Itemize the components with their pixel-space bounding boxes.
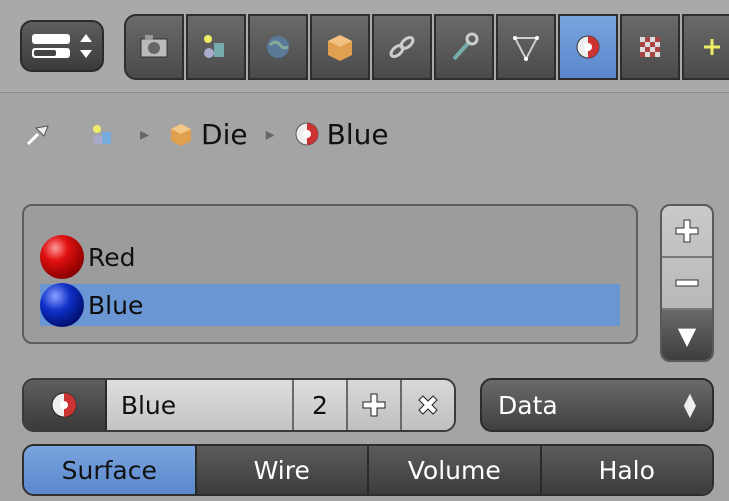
slot-specials-button[interactable]: ▼ — [662, 310, 712, 360]
material-slots-list: Red Blue — [22, 204, 638, 344]
material-browse-button[interactable] — [24, 380, 107, 430]
unlink-material-button[interactable] — [399, 380, 454, 430]
world-icon — [267, 36, 289, 58]
material-sphere-icon — [40, 235, 84, 279]
scene-icon — [88, 120, 116, 148]
material-datablock: Blue 2 — [22, 378, 456, 432]
slot-buttons: ▼ — [660, 204, 714, 362]
tab-constraints[interactable] — [372, 14, 432, 80]
particles-icon — [704, 39, 720, 55]
material-slot-label: Red — [88, 242, 136, 272]
link-dropdown-value: Data — [498, 390, 558, 420]
editor-type-toggle[interactable] — [20, 20, 104, 72]
scene-icon — [204, 35, 224, 58]
breadcrumb: ▸ Die ▸ Blue — [24, 108, 389, 160]
editor-type-icon — [32, 34, 92, 58]
material-name-field[interactable]: Blue — [106, 380, 295, 430]
material-users-count[interactable]: 2 — [294, 380, 348, 430]
breadcrumb-material: Blue — [326, 117, 389, 151]
material-type-tabs: Surface Wire Volume Halo — [22, 444, 714, 496]
list-item[interactable]: Blue — [40, 283, 620, 327]
breadcrumb-separator: ▸ — [265, 123, 275, 145]
render-camera-icon — [140, 35, 168, 58]
plus-icon — [675, 219, 699, 243]
breadcrumb-separator: ▸ — [140, 123, 150, 145]
properties-tabs — [124, 14, 729, 80]
tab-world[interactable] — [248, 14, 308, 80]
texture-icon — [640, 37, 660, 57]
tab-render[interactable] — [124, 14, 184, 80]
constraints-link-icon — [389, 36, 415, 58]
tab-mesh-data[interactable] — [496, 14, 556, 80]
plus-icon — [362, 393, 386, 417]
tab-particles[interactable] — [682, 14, 729, 80]
material-sphere-icon — [40, 283, 84, 327]
material-icon — [293, 120, 321, 148]
tab-halo[interactable]: Halo — [541, 446, 712, 494]
modifiers-wrench-icon — [452, 32, 479, 61]
object-cube-icon — [328, 35, 352, 61]
tab-wire[interactable]: Wire — [196, 446, 369, 494]
close-icon — [418, 395, 438, 415]
material-icon — [51, 392, 77, 418]
link-dropdown[interactable]: Data ▲ ▼ — [480, 378, 714, 432]
material-slot-label: Blue — [88, 290, 144, 320]
list-item[interactable]: Red — [40, 235, 620, 279]
pin-icon[interactable] — [24, 120, 52, 148]
updown-arrows-icon: ▲ ▼ — [683, 389, 696, 420]
object-cube-icon — [167, 120, 195, 148]
tab-volume[interactable]: Volume — [369, 446, 542, 494]
material-icon — [576, 35, 600, 59]
properties-header — [0, 0, 729, 93]
breadcrumb-object: Die — [201, 117, 248, 151]
tab-surface[interactable]: Surface — [24, 446, 197, 494]
tab-object[interactable] — [310, 14, 370, 80]
mesh-data-icon — [513, 36, 539, 62]
tab-scene[interactable] — [186, 14, 246, 80]
minus-icon — [675, 279, 699, 287]
remove-slot-button[interactable] — [662, 258, 712, 310]
chevron-down-icon: ▼ — [677, 322, 697, 350]
tab-texture[interactable] — [620, 14, 680, 80]
new-material-button[interactable] — [347, 380, 400, 430]
add-slot-button[interactable] — [662, 206, 712, 258]
tab-material[interactable] — [558, 14, 618, 80]
tab-modifiers[interactable] — [434, 14, 494, 80]
